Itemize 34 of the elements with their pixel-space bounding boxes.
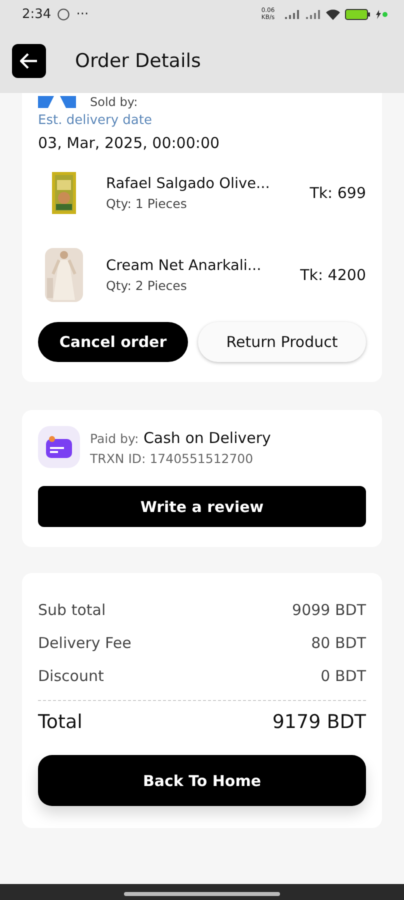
product-quantity: Qty: 2 Pieces: [106, 278, 188, 292]
product-price: Tk: 699: [310, 184, 366, 202]
summary-value: 9099 BDT: [292, 600, 366, 618]
summary-value: 80 BDT: [311, 634, 366, 652]
payment-method: Paid by: Cash on Delivery: [90, 428, 271, 446]
write-review-button[interactable]: Write a review: [38, 486, 366, 527]
sold-by-label: Sold by:: [90, 95, 138, 109]
summary-label: Delivery Fee: [38, 634, 132, 652]
signal-icon: [305, 9, 321, 19]
back-to-home-button[interactable]: Back To Home: [38, 755, 366, 806]
total-value: 9179 BDT: [272, 711, 366, 733]
signal-icon: [284, 9, 300, 19]
more-indicator: ···: [76, 6, 89, 22]
delivery-date-label: Est. delivery date: [38, 113, 153, 128]
summary-label: Sub total: [38, 600, 106, 618]
delivery-date: 03, Mar, 2025, 00:00:00: [38, 134, 221, 152]
wifi-icon: [326, 8, 340, 20]
cancel-order-button[interactable]: Cancel order: [38, 322, 188, 362]
product-name: Rafael Salgado Olive...: [106, 176, 271, 192]
transaction-id: TRXN ID: 1740551512700: [90, 450, 254, 466]
payment-card-icon: [46, 436, 72, 458]
screen-title: Order Details: [75, 50, 201, 72]
total-label: Total: [38, 711, 82, 733]
clock: 2:34: [22, 6, 52, 22]
back-button[interactable]: [12, 44, 46, 78]
back-arrow-icon: [20, 52, 38, 68]
product-name: Cream Net Anarkali...: [106, 258, 262, 274]
battery-icon: [345, 8, 371, 20]
summary-label: Discount: [38, 666, 104, 684]
charging-icon: [376, 10, 388, 18]
summary-value: 0 BDT: [320, 666, 366, 684]
product-quantity: Qty: 1 Pieces: [106, 196, 188, 210]
product-price: Tk: 4200: [300, 266, 366, 284]
return-product-button[interactable]: Return Product: [198, 322, 366, 362]
